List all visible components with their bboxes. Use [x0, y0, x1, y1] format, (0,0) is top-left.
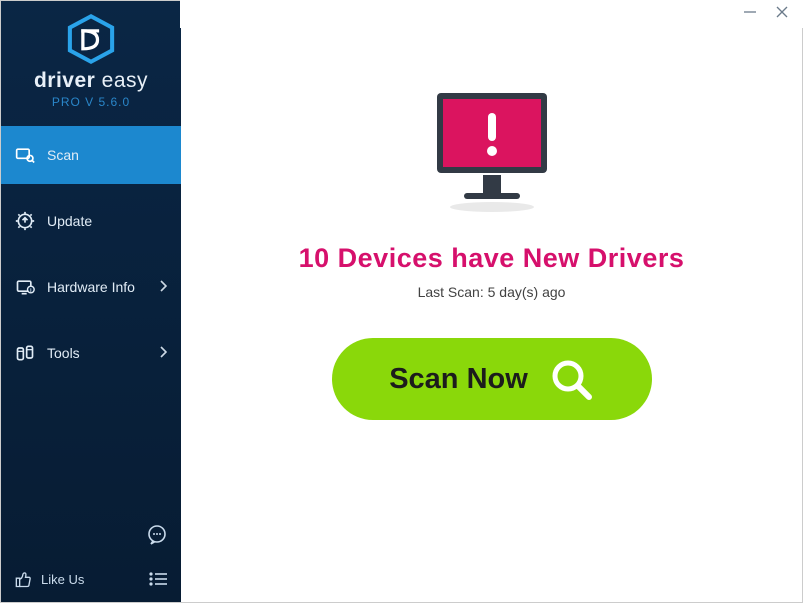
nav-label: Hardware Info [47, 279, 147, 295]
chevron-right-icon [159, 280, 167, 295]
hardware-info-icon: i [15, 277, 35, 297]
main-panel: 10 Devices have New Drivers Last Scan: 5… [181, 1, 802, 602]
tools-icon [15, 343, 35, 363]
minimize-button[interactable] [743, 5, 757, 23]
titlebar [180, 0, 803, 28]
nav-label: Tools [47, 345, 147, 361]
nav-scan[interactable]: Scan [1, 126, 181, 184]
app-logo-icon [65, 13, 117, 65]
alert-monitor-illustration [417, 83, 567, 223]
nav-hardware-info[interactable]: i Hardware Info [1, 258, 181, 316]
thumbs-up-icon [13, 569, 33, 589]
update-icon [15, 211, 35, 231]
nav-label: Update [47, 213, 167, 229]
nav-tools[interactable]: Tools [1, 324, 181, 382]
scan-now-button[interactable]: Scan Now [332, 338, 652, 420]
feedback-icon[interactable] [145, 523, 169, 552]
like-us-button[interactable]: Like Us [13, 569, 147, 589]
nav: Scan Update i Hardware Info [1, 126, 181, 390]
brand-name: driver easy [34, 69, 148, 93]
scan-now-label: Scan Now [389, 363, 528, 396]
search-icon [548, 356, 594, 402]
sidebar-footer: Like Us [1, 558, 181, 602]
chevron-right-icon [159, 346, 167, 361]
menu-icon[interactable] [147, 568, 169, 590]
close-button[interactable] [775, 5, 789, 23]
scan-icon [15, 145, 35, 165]
nav-update[interactable]: Update [1, 192, 181, 250]
nav-label: Scan [47, 147, 167, 163]
sidebar: driver easy PRO V 5.6.0 Scan Update [1, 1, 181, 602]
logo-block: driver easy PRO V 5.6.0 [1, 1, 181, 121]
like-us-label: Like Us [41, 572, 84, 587]
headline: 10 Devices have New Drivers [299, 243, 685, 274]
last-scan-label: Last Scan: 5 day(s) ago [418, 284, 566, 300]
version-label: PRO V 5.6.0 [52, 95, 130, 109]
